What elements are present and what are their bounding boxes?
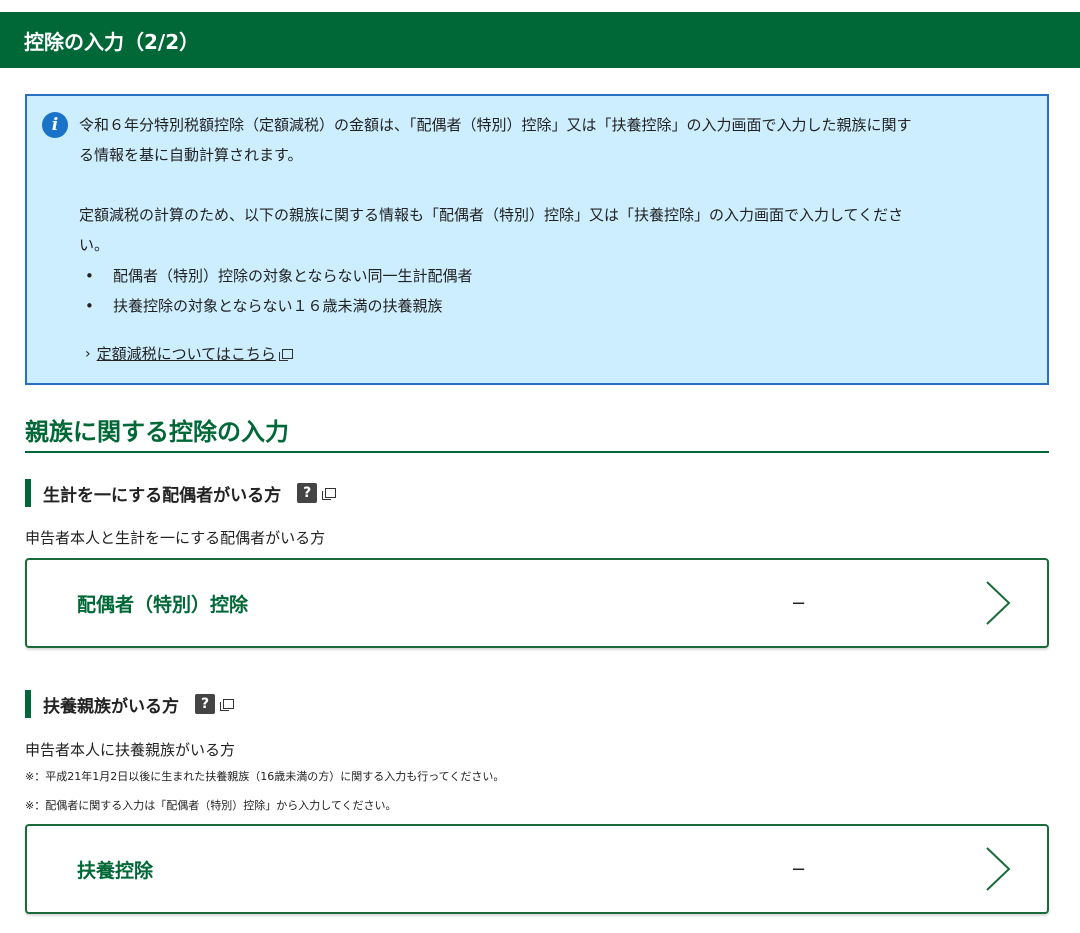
chevron-right-icon: › bbox=[85, 346, 91, 362]
dependents-heading-text: 扶養親族がいる方 bbox=[43, 696, 179, 717]
info-box: i 令和６年分特別税額控除（定額減税）の金額は、「配偶者（特別）控除」又は「扶養… bbox=[25, 94, 1049, 385]
external-link-icon bbox=[278, 349, 293, 361]
card-label: 配偶者（特別）控除 bbox=[77, 593, 249, 616]
chevron-right-icon bbox=[986, 581, 1011, 625]
bullet-dot-icon: • bbox=[85, 267, 94, 285]
spouse-description: 申告者本人と生計を一にする配偶者がいる方 bbox=[25, 529, 326, 547]
dependents-deduction-card[interactable]: 扶養控除 − bbox=[25, 824, 1049, 914]
page-header: 控除の入力（2/2） bbox=[0, 12, 1080, 68]
help-icon[interactable]: ? bbox=[297, 483, 318, 503]
bullet-text: 扶養控除の対象とならない１６歳未満の扶養親族 bbox=[113, 297, 443, 315]
info-text-line: い。 bbox=[79, 236, 110, 254]
card-label: 扶養控除 bbox=[77, 859, 154, 882]
dependents-heading: 扶養親族がいる方 ? bbox=[25, 690, 234, 718]
external-link-icon bbox=[220, 699, 234, 711]
info-bullet-item: • 配偶者（特別）控除の対象とならない同一生計配偶者 bbox=[85, 261, 473, 291]
page-title: 控除の入力（2/2） bbox=[24, 29, 200, 54]
dependents-note: ※：平成21年1月2日以後に生まれた扶養親族（16歳未満の方）に関する入力も行っ… bbox=[25, 770, 505, 783]
bullet-text: 配偶者（特別）控除の対象とならない同一生計配偶者 bbox=[113, 267, 473, 285]
info-text-line: る情報を基に自動計算されます。 bbox=[79, 146, 303, 164]
info-text-line: 定額減税の計算のため、以下の親族に関する情報も「配偶者（特別）控除」又は「扶養控… bbox=[79, 206, 904, 224]
spouse-deduction-card[interactable]: 配偶者（特別）控除 − bbox=[25, 558, 1049, 648]
card-value: − bbox=[791, 592, 807, 614]
dependents-note: ※：配偶者に関する入力は「配偶者（特別）控除」から入力してください。 bbox=[25, 799, 397, 812]
info-icon: i bbox=[42, 112, 68, 138]
spouse-heading-text: 生計を一にする配偶者がいる方 bbox=[43, 485, 282, 506]
bullet-dot-icon: • bbox=[85, 297, 94, 315]
flat-tax-reduction-link[interactable]: › 定額減税についてはこちら bbox=[85, 342, 293, 366]
external-link-icon bbox=[322, 488, 337, 500]
chevron-right-icon bbox=[986, 847, 1011, 891]
info-bullet-item: • 扶養控除の対象とならない１６歳未満の扶養親族 bbox=[85, 291, 443, 321]
link-text[interactable]: 定額減税についてはこちら bbox=[97, 342, 276, 366]
section-title: 親族に関する控除の入力 bbox=[25, 412, 1049, 453]
section-title-text: 親族に関する控除の入力 bbox=[25, 418, 289, 446]
help-icon[interactable]: ? bbox=[195, 694, 215, 714]
card-value: − bbox=[791, 858, 807, 880]
spouse-heading: 生計を一にする配偶者がいる方 ? bbox=[25, 479, 337, 507]
info-text-line: 令和６年分特別税額控除（定額減税）の金額は、「配偶者（特別）控除」又は「扶養控除… bbox=[79, 116, 912, 134]
dependents-description: 申告者本人に扶養親族がいる方 bbox=[25, 741, 236, 759]
